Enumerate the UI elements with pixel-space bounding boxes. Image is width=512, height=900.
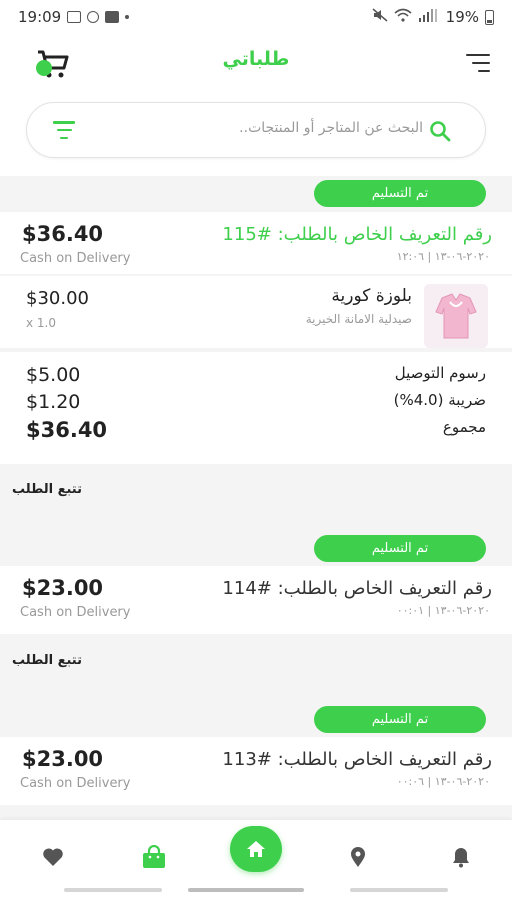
shopping-bag-icon (143, 845, 165, 868)
track-order-link[interactable]: تتبع الطلب (12, 482, 82, 497)
gesture-bar-left (64, 888, 162, 892)
product-image (424, 284, 488, 348)
search-section: البحث عن المتاجر أو المنتجات.. (0, 96, 512, 176)
delivery-fee-value: $5.00 (26, 364, 81, 386)
store-name: صيدلية الامانة الخيرية (305, 312, 412, 326)
nav-favorites[interactable] (38, 842, 68, 872)
location-pin-icon (351, 847, 365, 867)
filter-button[interactable] (53, 121, 75, 139)
battery-percent: 19% (445, 8, 479, 26)
delivery-fee-row: رسوم التوصيل $5.00 (0, 364, 512, 392)
order-item[interactable]: بلوزة كورية صيدلية الامانة الخيرية $30.0… (0, 276, 512, 348)
order-summary: رسوم التوصيل $5.00 ضريبة (4.0%) $1.20 مج… (0, 352, 512, 464)
payment-method: Cash on Delivery (20, 251, 131, 266)
status-bar: 19:09 19% (0, 0, 512, 34)
search-input[interactable]: البحث عن المتاجر أو المنتجات.. (26, 102, 486, 158)
menu-line (472, 62, 490, 64)
battery-icon (485, 9, 494, 25)
order-total: $23.00 (22, 576, 104, 600)
bell-icon (453, 848, 469, 868)
delivery-fee-label: رسوم التوصيل (394, 364, 486, 382)
gesture-bar-home (188, 888, 304, 892)
track-order-link[interactable]: تتبع الطلب (12, 653, 82, 668)
product-price: $30.00 (26, 288, 89, 309)
gesture-bar-right (350, 888, 448, 892)
nav-notifications[interactable] (446, 842, 476, 872)
total-row: مجموع $36.40 (0, 418, 512, 446)
order-total: $36.40 (22, 222, 104, 246)
order-total: $23.00 (22, 747, 104, 771)
nav-location[interactable] (343, 842, 373, 872)
page-title: طلباتي (222, 48, 290, 70)
tax-value: $1.20 (26, 391, 81, 413)
order-id: رقم التعريف الخاص بالطلب: #115 (222, 224, 492, 245)
total-value: $36.40 (26, 418, 108, 442)
total-label: مجموع (442, 418, 486, 436)
order-id: رقم التعريف الخاص بالطلب: #113 (222, 749, 492, 770)
filter-line (60, 136, 68, 139)
app-bar: طلباتي (0, 34, 512, 96)
order-card-header[interactable]: $23.00 Cash on Delivery رقم التعريف الخا… (0, 566, 512, 634)
product-quantity: x 1.0 (26, 316, 56, 330)
facebook-notification-icon (105, 11, 120, 23)
order-card-header[interactable]: $36.40 Cash on Delivery رقم التعريف الخا… (0, 212, 512, 274)
menu-button[interactable] (466, 54, 490, 72)
order-date: ٢٠٢٠-٠٦-١٣ | ١٢:٠٦ (396, 250, 490, 263)
bottom-navigation (0, 820, 512, 900)
wifi-icon (394, 8, 412, 26)
menu-line (478, 70, 490, 72)
search-placeholder: البحث عن المتاجر أو المنتجات.. (239, 120, 423, 136)
payment-method: Cash on Delivery (20, 776, 131, 791)
search-icon (430, 121, 451, 142)
order-status-badge: تم التسليم (314, 535, 486, 562)
whatsapp-notification-icon (87, 11, 100, 23)
order-status-badge: تم التسليم (314, 180, 486, 207)
payment-method: Cash on Delivery (20, 605, 131, 620)
order-id: رقم التعريف الخاص بالطلب: #114 (222, 578, 492, 599)
nav-orders[interactable] (139, 842, 169, 872)
order-date: ٢٠٢٠-٠٦-١٣ | ٠٠:٠٦ (396, 775, 490, 788)
gallery-notification-icon (67, 11, 82, 23)
nav-home[interactable] (230, 826, 282, 872)
more-notifications-icon (125, 15, 130, 19)
product-name: بلوزة كورية (331, 286, 412, 306)
filter-line (53, 121, 75, 124)
tax-label: ضريبة (4.0%) (393, 391, 486, 409)
tax-row: ضريبة (4.0%) $1.20 (0, 391, 512, 419)
order-status-badge: تم التسليم (314, 706, 486, 733)
order-card-header[interactable]: $23.00 Cash on Delivery رقم التعريف الخا… (0, 737, 512, 805)
heart-icon (43, 848, 63, 866)
order-date: ٢٠٢٠-٠٦-١٣ | ٠٠:٠١ (396, 604, 490, 617)
home-icon (247, 841, 265, 857)
status-time: 19:09 (18, 8, 62, 26)
menu-line (466, 54, 490, 56)
mute-icon (372, 8, 388, 26)
filter-line (56, 128, 72, 132)
signal-icon (418, 8, 440, 26)
